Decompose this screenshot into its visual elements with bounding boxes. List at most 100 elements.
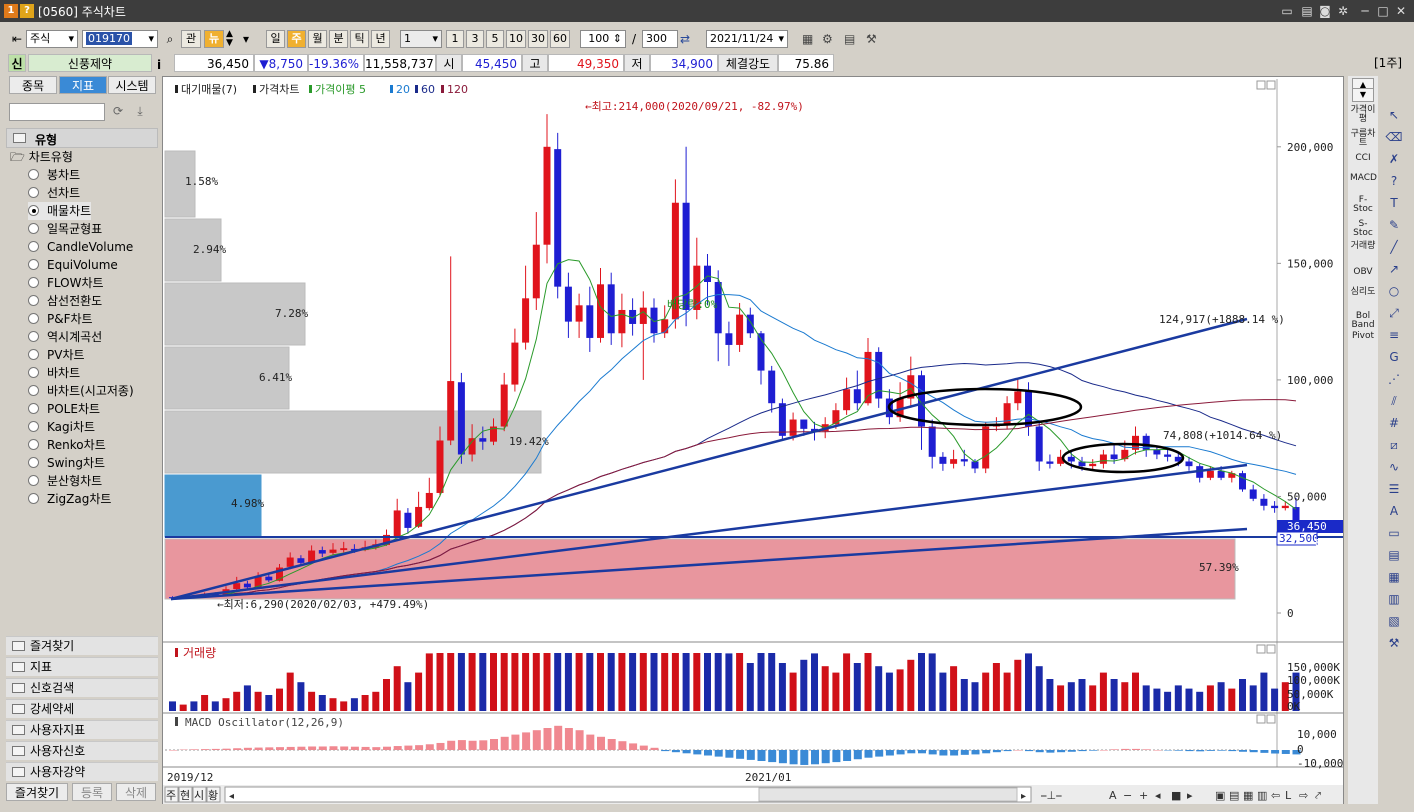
chart-svg[interactable]: 1.58%2.94%7.28%6.41%19.42%4.98%57.39%←최고…: [163, 77, 1345, 805]
trend-tool-icon[interactable]: ⤢: [1385, 304, 1403, 322]
period-button[interactable]: 년: [371, 30, 390, 48]
left-bottom-tab[interactable]: 삭제: [116, 783, 156, 801]
chart-type-option[interactable]: P&F차트: [28, 310, 93, 328]
folder-item[interactable]: 강세약세: [6, 699, 158, 718]
period-button[interactable]: 틱: [350, 30, 369, 48]
indicator-shortcut[interactable]: Pivot: [1350, 332, 1376, 341]
left-tab[interactable]: 종목: [9, 76, 57, 94]
interval-button[interactable]: 60: [550, 30, 570, 48]
pane-close-icon[interactable]: [1266, 644, 1276, 654]
wave-icon[interactable]: ∿: [1385, 458, 1403, 476]
period-button[interactable]: 월: [308, 30, 327, 48]
pane-maximize-icon[interactable]: [1256, 80, 1266, 90]
fan-icon[interactable]: ⋰: [1385, 370, 1403, 388]
eraser-icon[interactable]: ⌫: [1385, 128, 1403, 146]
layout-icon[interactable]: ▦: [1243, 789, 1253, 802]
scroll-right-icon[interactable]: ▸: [1021, 791, 1026, 802]
chart-type-option[interactable]: 역시계곡선: [28, 328, 102, 346]
chart-area[interactable]: 1.58% 2.94% 7.28% 6.41% 19.42% 4.98% 57.39% ←최고…: [162, 76, 1344, 804]
legend-item[interactable]: 가격차트: [259, 83, 299, 96]
indicator-shortcut[interactable]: OBV: [1350, 268, 1376, 277]
interval-button[interactable]: 1: [446, 30, 464, 48]
bottom-tab[interactable]: 현: [180, 789, 190, 802]
chart-type-option[interactable]: Swing차트: [28, 454, 105, 472]
ruler-icon[interactable]: ▧: [1385, 612, 1403, 630]
scroll-down-icon[interactable]: ▼: [1352, 88, 1374, 102]
chart-type-option[interactable]: Kagi차트: [28, 418, 95, 436]
help-tool-icon[interactable]: ?: [1385, 172, 1403, 190]
scroll-left-icon[interactable]: ◂: [229, 791, 234, 802]
left-bottom-tab[interactable]: 즐겨찾기: [6, 783, 68, 801]
stats-icon[interactable]: ▥: [1385, 590, 1403, 608]
search-icon[interactable]: ⌕: [162, 30, 178, 48]
calc-icon[interactable]: ▦: [1385, 568, 1403, 586]
date-input[interactable]: 2021/11/24 ▾: [706, 30, 788, 48]
chart-type-option[interactable]: 분산형차트: [28, 472, 102, 490]
scrollbar-thumb[interactable]: [758, 787, 1018, 802]
rect-icon[interactable]: ▭: [1385, 524, 1403, 542]
market-select[interactable]: 주식 ▾: [26, 30, 78, 48]
pane-close-icon[interactable]: [1266, 714, 1276, 724]
arrow-line-icon[interactable]: ↗: [1385, 260, 1403, 278]
stock-code-input[interactable]: 019170 ▾: [82, 30, 158, 48]
doc-icon[interactable]: ▤: [1385, 546, 1403, 564]
grid-icon[interactable]: #: [1385, 414, 1403, 432]
legend-item[interactable]: 가격이평 5: [315, 83, 366, 96]
link-icon[interactable]: ▭: [1280, 3, 1294, 19]
bottom-tab[interactable]: 주: [166, 789, 176, 802]
chart-type-option[interactable]: CandleVolume: [28, 238, 133, 256]
legend-item[interactable]: 120: [447, 83, 468, 96]
indicator-shortcut[interactable]: F-Stoc: [1350, 196, 1376, 214]
indicator-shortcut[interactable]: CCI: [1350, 154, 1376, 163]
excel-icon[interactable]: ▣: [1215, 789, 1225, 802]
download-icon[interactable]: ⤓: [132, 104, 148, 120]
indicator-shortcut[interactable]: 구름차트: [1350, 130, 1376, 148]
interval-button[interactable]: 10: [506, 30, 526, 48]
print-icon[interactable]: ▥: [1257, 789, 1267, 802]
pen-icon[interactable]: ✎: [1385, 216, 1403, 234]
folder-item[interactable]: 신호검색: [6, 678, 158, 697]
channel-icon[interactable]: ⧄: [1385, 436, 1403, 454]
chart-type-option[interactable]: 삼선전환도: [28, 292, 102, 310]
interval-select[interactable]: 1 ▾: [400, 30, 442, 48]
delete-all-icon[interactable]: ✗: [1385, 150, 1403, 168]
legend-item[interactable]: 대기매물(7): [181, 83, 237, 96]
minus-icon[interactable]: −: [1123, 789, 1132, 802]
maximize-icon[interactable]: □: [1376, 3, 1390, 19]
cursor-icon[interactable]: ↖: [1385, 106, 1403, 124]
count-input[interactable]: 100 ⇕: [580, 30, 626, 48]
zoom-slider-icon[interactable]: ⎯⊥⎯: [1041, 789, 1062, 802]
gear-icon[interactable]: ⚙: [822, 30, 838, 48]
chart-type-option[interactable]: Renko차트: [28, 436, 106, 454]
chart-type-option[interactable]: 바차트(시고저종): [28, 382, 134, 400]
left-tab[interactable]: 지표: [59, 76, 107, 94]
text-icon[interactable]: T: [1385, 194, 1403, 212]
arrow-left-icon[interactable]: ⇦: [1271, 789, 1280, 802]
chart-type-option[interactable]: 바차트: [28, 364, 80, 382]
export-icon[interactable]: ⤤: [1315, 789, 1321, 802]
play-icon[interactable]: ▸: [1187, 789, 1193, 802]
wrench-icon[interactable]: ⚒: [1385, 634, 1403, 652]
period-button[interactable]: 일: [266, 30, 285, 48]
settings-icon[interactable]: ✲: [1336, 3, 1350, 19]
left-bottom-tab[interactable]: 등록: [72, 783, 112, 801]
chart-layout-icon[interactable]: ▦: [802, 30, 818, 48]
plus-icon[interactable]: +: [1139, 789, 1148, 802]
help-icon[interactable]: ?: [20, 4, 34, 18]
arrow-right-icon[interactable]: ⇨: [1299, 789, 1308, 802]
chart-type-option[interactable]: 선차트: [28, 184, 80, 202]
indicator-shortcut[interactable]: 심리도: [1350, 288, 1376, 297]
circle-icon[interactable]: ○: [1385, 282, 1403, 300]
chart-type-option[interactable]: FLOW차트: [28, 274, 104, 292]
minimize-icon[interactable]: ─: [1358, 3, 1372, 19]
gann-icon[interactable]: G: [1385, 348, 1403, 366]
indicator-shortcut[interactable]: MACD: [1350, 174, 1377, 183]
pane-close-icon[interactable]: [1266, 80, 1276, 90]
pane-maximize-icon[interactable]: [1256, 644, 1266, 654]
prev-stock-icon[interactable]: ⇤: [8, 30, 26, 48]
save-bottom-icon[interactable]: ▤: [1229, 789, 1239, 802]
chart-type-root[interactable]: 🗁 차트유형: [10, 148, 73, 166]
chart-type-option[interactable]: 매물차트: [28, 202, 92, 220]
tools-icon[interactable]: ⚒: [866, 30, 882, 48]
auto-icon[interactable]: A: [1385, 502, 1403, 520]
